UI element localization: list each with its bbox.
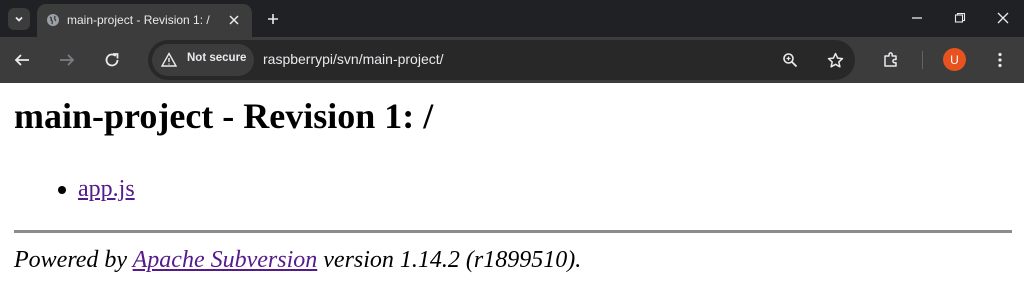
footer: Powered by Apache Subversion version 1.1… (14, 247, 581, 274)
close-icon (997, 12, 1009, 24)
zoom-button[interactable] (781, 51, 799, 69)
minimize-button[interactable] (905, 8, 929, 28)
reload-icon (105, 53, 119, 67)
minimize-icon (912, 17, 922, 19)
warning-triangle-icon (161, 52, 177, 67)
restore-icon (954, 12, 966, 23)
back-button[interactable] (10, 48, 34, 72)
page-content: main-project - Revision 1: / app.js Powe… (0, 83, 1024, 290)
file-link-app-js[interactable]: app.js (78, 176, 135, 202)
toolbar: Not secure raspberrypi/svn/main-project/… (0, 37, 1024, 83)
new-tab-button[interactable] (263, 9, 283, 29)
file-list: app.js (58, 175, 135, 203)
tab-active[interactable]: main-project - Revision 1: / (37, 4, 252, 37)
restore-button[interactable] (948, 8, 972, 28)
tab-search-button[interactable] (8, 8, 30, 30)
more-vertical-icon (998, 52, 1002, 68)
footer-suffix: version 1.14.2 (r1899510). (317, 247, 582, 273)
star-icon (827, 52, 843, 68)
security-label: Not secure (187, 52, 247, 64)
url-text[interactable]: raspberrypi/svn/main-project/ (263, 51, 444, 67)
tab-close-button[interactable] (226, 12, 242, 28)
chevron-down-icon (15, 16, 23, 22)
list-item: app.js (58, 175, 135, 203)
close-icon (229, 15, 239, 25)
puzzle-icon (884, 52, 897, 67)
tab-title: main-project - Revision 1: / (67, 13, 210, 27)
footer-prefix: Powered by (14, 247, 133, 273)
tab-strip: main-project - Revision 1: / (0, 0, 1024, 37)
bullet (58, 186, 66, 194)
page-title: main-project - Revision 1: / (14, 96, 434, 136)
menu-button[interactable] (988, 48, 1012, 72)
forward-button[interactable] (55, 48, 79, 72)
divider (14, 230, 1012, 233)
address-bar[interactable]: Not secure raspberrypi/svn/main-project/ (148, 40, 855, 80)
plus-icon (268, 14, 278, 24)
reload-button[interactable] (100, 48, 124, 72)
extensions-button[interactable] (879, 48, 903, 72)
close-window-button[interactable] (991, 8, 1015, 28)
arrow-left-icon (14, 54, 29, 66)
zoom-icon (783, 53, 798, 68)
profile-avatar[interactable]: U (943, 48, 966, 71)
toolbar-separator (922, 51, 923, 69)
bookmark-button[interactable] (826, 51, 844, 69)
apache-subversion-link[interactable]: Apache Subversion (133, 247, 318, 273)
arrow-right-icon (60, 54, 75, 66)
globe-icon (47, 14, 59, 26)
